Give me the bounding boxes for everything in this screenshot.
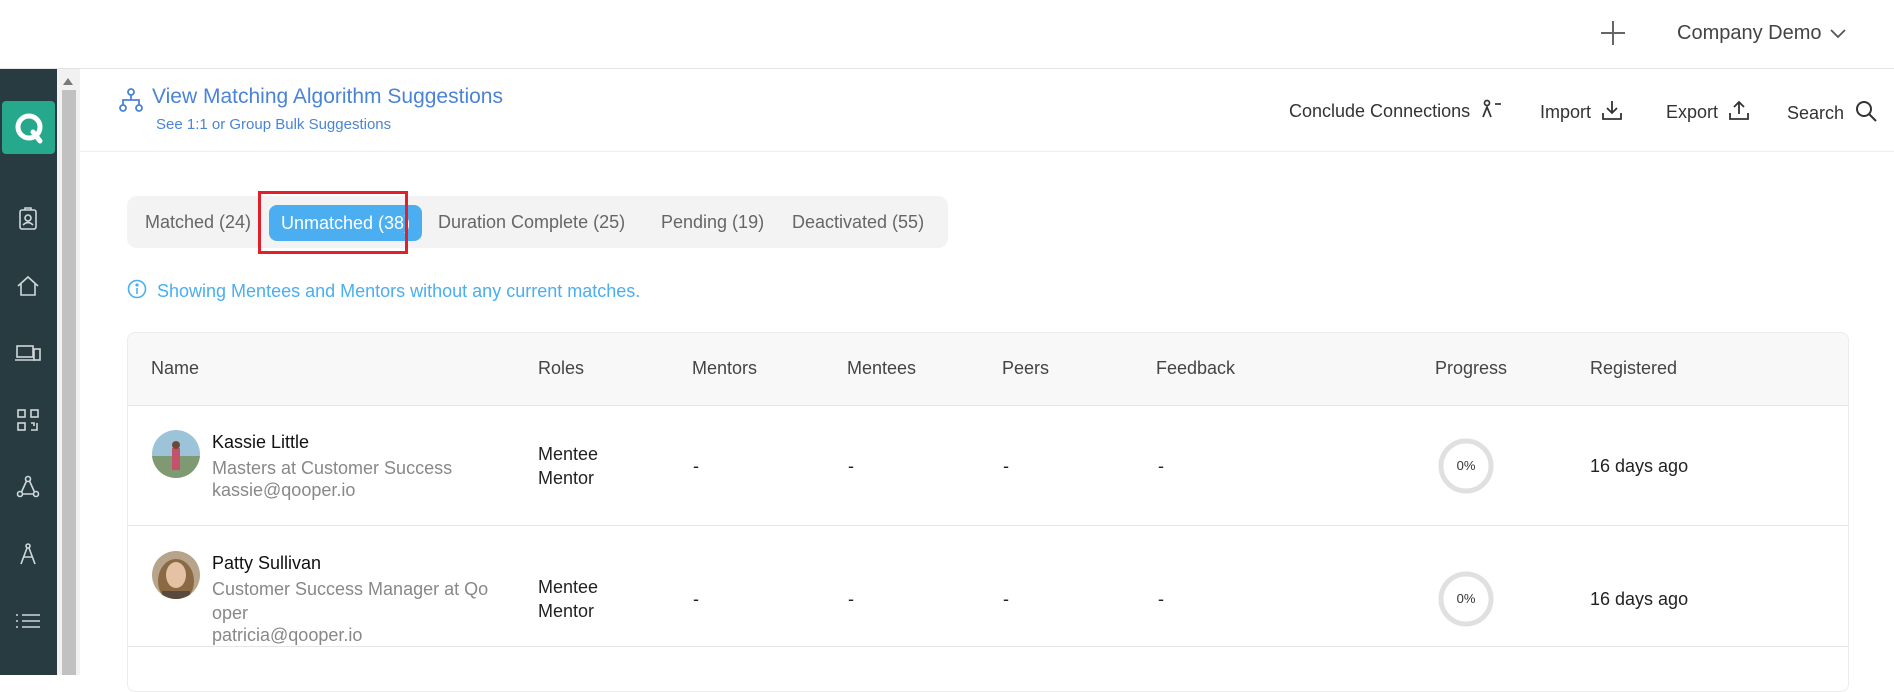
top-bar: Company Demo	[0, 0, 1894, 69]
col-feedback[interactable]: Feedback	[1156, 358, 1235, 379]
person-email: kassie@qooper.io	[212, 480, 356, 500]
avatar[interactable]	[152, 551, 200, 599]
conclude-connections-button[interactable]: Conclude Connections	[1289, 99, 1502, 124]
col-mentors[interactable]: Mentors	[692, 358, 757, 379]
plus-icon[interactable]	[1598, 18, 1628, 48]
home-icon[interactable]	[12, 270, 44, 302]
role-mentor: Mentor	[538, 601, 595, 621]
avatar[interactable]	[152, 430, 200, 478]
suggestions-title: View Matching Algorithm Suggestions	[152, 85, 503, 108]
progress-percent: 0%	[1456, 458, 1476, 473]
upload-icon	[1728, 99, 1750, 126]
person-description: Customer Success Manager at Qo oper	[212, 579, 489, 623]
download-icon	[1601, 99, 1623, 126]
role-mentor: Mentor	[538, 468, 595, 488]
devices-icon[interactable]	[12, 337, 44, 369]
page-scrollbar[interactable]	[57, 69, 80, 675]
role-mentee: Mentee	[538, 577, 599, 597]
mentors-value: -	[693, 589, 699, 609]
profile-badge-icon[interactable]	[12, 203, 44, 235]
col-peers[interactable]: Peers	[1002, 358, 1049, 379]
col-name[interactable]: Name	[151, 358, 199, 379]
compass-icon[interactable]	[12, 538, 44, 570]
table-row[interactable]: Kassie Little Masters at Customer Succes…	[128, 406, 1848, 526]
col-registered[interactable]: Registered	[1590, 358, 1677, 379]
export-button[interactable]: Export	[1666, 99, 1750, 126]
col-progress[interactable]: Progress	[1435, 358, 1507, 379]
sidebar	[0, 69, 57, 675]
person-name[interactable]: Kassie Little	[212, 432, 309, 453]
qr-grid-icon[interactable]	[12, 404, 44, 436]
suggestions-subtitle: See 1:1 or Group Bulk Suggestions	[156, 116, 392, 133]
registered-value: 16 days ago	[1590, 456, 1689, 476]
person-name[interactable]: Patty Sullivan	[212, 553, 321, 574]
hierarchy-icon	[118, 87, 144, 118]
list-icon[interactable]	[12, 605, 44, 637]
tab-deactivated[interactable]: Deactivated (55)	[792, 196, 924, 248]
tab-duration-complete[interactable]: Duration Complete (25)	[438, 196, 625, 248]
network-triangle-icon[interactable]	[12, 471, 44, 503]
info-icon	[127, 279, 147, 304]
mentees-value: -	[848, 456, 854, 476]
search-icon	[1854, 99, 1878, 128]
app-logo[interactable]	[2, 101, 55, 154]
col-roles[interactable]: Roles	[538, 358, 584, 379]
scroll-up-arrow-icon[interactable]	[63, 78, 73, 85]
company-name: Company Demo	[1677, 22, 1822, 44]
table-row[interactable]: Patty Sullivan Customer Success Manager …	[128, 527, 1848, 647]
search-label: Search	[1787, 103, 1845, 123]
company-switcher[interactable]: Company Demo	[1677, 22, 1846, 45]
person-email: patricia@qooper.io	[212, 625, 363, 645]
import-button[interactable]: Import	[1540, 99, 1623, 126]
progress-ring: 0%	[1438, 571, 1494, 627]
search-button[interactable]: Search	[1787, 99, 1878, 128]
mentees-value: -	[848, 589, 854, 609]
col-mentees[interactable]: Mentees	[847, 358, 916, 379]
progress-percent: 0%	[1456, 591, 1476, 606]
main-content: View Matching Algorithm Suggestions See …	[80, 69, 1894, 692]
info-message: Showing Mentees and Mentors without any …	[127, 279, 640, 304]
info-text: Showing Mentees and Mentors without any …	[157, 281, 641, 301]
person-minus-icon	[1480, 99, 1502, 124]
tab-pending[interactable]: Pending (19)	[661, 196, 764, 248]
tab-matched[interactable]: Matched (24)	[145, 196, 251, 248]
scroll-thumb[interactable]	[62, 90, 76, 675]
conclude-connections-label: Conclude Connections	[1289, 101, 1471, 121]
role-mentee: Mentee	[538, 444, 599, 464]
import-label: Import	[1540, 102, 1592, 122]
peers-value: -	[1003, 589, 1009, 609]
tab-unmatched[interactable]: Unmatched (38)	[269, 205, 423, 241]
users-table: Name Roles Mentors Mentees Peers Feedbac…	[127, 332, 1849, 692]
status-tabs: Matched (24) Unmatched (38) Duration Com…	[127, 196, 948, 248]
mentors-value: -	[693, 456, 699, 476]
chevron-down-icon	[1829, 22, 1846, 45]
table-header: Name Roles Mentors Mentees Peers Feedbac…	[128, 333, 1848, 406]
sub-header: View Matching Algorithm Suggestions See …	[80, 69, 1894, 152]
export-label: Export	[1666, 102, 1719, 122]
person-description: Masters at Customer Success	[212, 458, 453, 478]
progress-ring: 0%	[1438, 438, 1494, 494]
feedback-value: -	[1158, 456, 1164, 476]
feedback-value: -	[1158, 589, 1164, 609]
registered-value: 16 days ago	[1590, 589, 1689, 609]
peers-value: -	[1003, 456, 1009, 476]
